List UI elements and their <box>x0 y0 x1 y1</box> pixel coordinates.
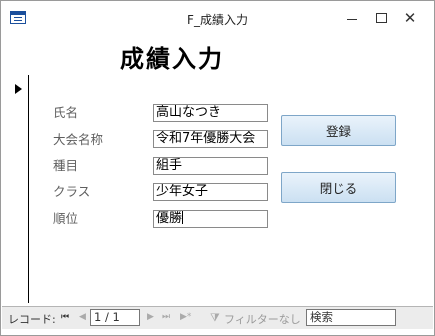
rank-label: 順位 <box>53 211 79 226</box>
rank-value: 優勝 <box>156 211 183 226</box>
event-label: 種目 <box>53 158 79 173</box>
maximize-button[interactable] <box>367 7 395 29</box>
access-form-window: F_成績入力 ✕ 成績入力 氏名 高山なつき 大会名称 令和7年優勝大会 種目 … <box>0 0 435 336</box>
class-field[interactable]: 少年女子 <box>153 183 268 201</box>
maximize-icon <box>375 13 387 23</box>
record-detail: 氏名 高山なつき 大会名称 令和7年優勝大会 種目 組手 クラス 少年女子 順位… <box>29 75 433 303</box>
filter-icon: ⧩ <box>210 311 220 324</box>
name-field[interactable]: 高山なつき <box>153 104 268 122</box>
register-button[interactable]: 登録 <box>281 115 396 146</box>
minimize-icon <box>347 18 357 20</box>
rank-field[interactable]: 優勝 <box>153 210 268 228</box>
name-label: 氏名 <box>53 105 79 120</box>
record-label: レコード: <box>8 313 56 326</box>
close-button[interactable]: 閉じる <box>281 172 396 203</box>
form-header: 成績入力 <box>2 37 433 75</box>
close-icon: ✕ <box>403 9 417 27</box>
search-input[interactable]: 検索 <box>306 309 396 326</box>
event-field[interactable]: 組手 <box>153 157 268 175</box>
tournament-field[interactable]: 令和7年優勝大会 <box>153 130 268 148</box>
tournament-label: 大会名称 <box>53 132 104 147</box>
last-record-icon[interactable]: ⏭ <box>162 312 170 322</box>
record-number-field[interactable]: 1 / 1 <box>90 309 140 326</box>
minimize-button[interactable] <box>338 7 366 29</box>
new-record-icon[interactable]: ▶* <box>180 312 191 322</box>
class-label: クラス <box>53 184 91 199</box>
record-selector[interactable] <box>7 75 29 303</box>
current-record-arrow-icon <box>15 84 22 94</box>
first-record-icon[interactable]: ⏮ <box>61 312 69 322</box>
title-bar: F_成績入力 ✕ <box>1 1 434 37</box>
filter-status-button[interactable]: フィルターなし <box>224 311 301 327</box>
text-caret <box>182 211 184 224</box>
previous-record-icon[interactable]: ◀ <box>79 312 86 322</box>
record-navigation-bar: レコード: ⏮ ◀ 1 / 1 ▶ ⏭ ▶* ⧩ フィルターなし 検索 <box>2 306 433 329</box>
next-record-icon[interactable]: ▶ <box>147 312 154 322</box>
close-window-button[interactable]: ✕ <box>396 7 424 29</box>
form-heading: 成績入力 <box>120 45 224 73</box>
